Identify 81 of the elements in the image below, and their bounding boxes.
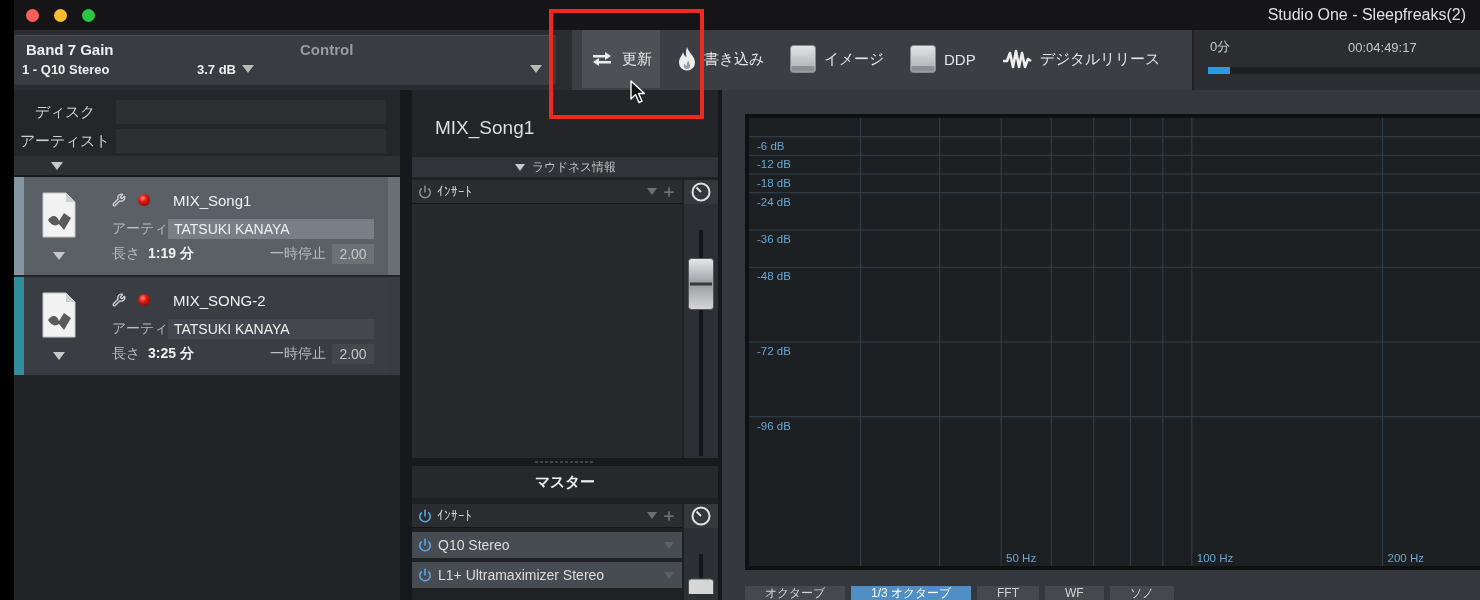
insert-slot[interactable]: L1+ Ultramaximizer Stereo [412,562,682,588]
field-label: ディスク [34,102,96,122]
waveform-icon [1001,49,1032,69]
toolbar-button[interactable]: 書き込み [670,30,772,88]
length-value: 3:25 分 [148,345,194,363]
loudness-header[interactable]: ラウドネス情報 [412,157,718,177]
field-label: アーティスト [19,131,111,151]
analyzer-tab[interactable]: オクターブ [745,586,845,600]
caret-icon[interactable] [53,252,65,260]
close-icon[interactable] [26,8,39,22]
power-icon[interactable] [418,508,432,523]
track-name: MIX_SONG-2 [173,291,266,309]
wrench-icon[interactable] [112,293,126,307]
start-time: 0分 [1210,38,1232,56]
control-label: Control [300,40,354,58]
power-icon[interactable] [418,184,432,199]
field-label: 一時停止 [270,345,326,363]
track-card[interactable]: MIX_SONG-2 アーティ TATSUKI KANAYA 長さ 3:25 分 一時停止 2.00 [14,277,400,375]
device-name: 1 - Q10 Stereo [22,61,111,77]
axis-label: 100 Hz [1196,552,1234,564]
knob-icon[interactable] [691,182,711,202]
mouse-pointer-icon [630,80,646,104]
axis-label: -24 dB [757,195,791,208]
caret-icon[interactable] [242,65,254,73]
artist-field[interactable]: TATSUKI KANAYA [168,319,374,339]
arrows-icon [590,51,614,67]
analyzer-tab[interactable]: 1/3 オクターブ [851,586,971,600]
fader-drawing[interactable] [688,554,714,594]
knob-icon[interactable] [691,506,711,526]
axis-label: -36 dB [757,233,791,245]
field-label: 一時停止 [270,245,326,263]
timecode: 00:04:49:17 [1348,39,1417,55]
plus-icon[interactable] [662,184,676,199]
master-header: マスター [412,466,718,498]
insert-label: ｲﾝｻｰﾄ [437,184,472,199]
analyzer-tab[interactable]: ソノ [1109,586,1174,600]
maximize-icon[interactable] [82,8,95,22]
field-label: アーティ [112,320,168,338]
window-title: Studio One - Sleepfreaks(2) [1267,6,1466,24]
track-name: MIX_Song1 [173,191,252,209]
analyzer-tab[interactable]: FFT [977,586,1039,600]
axis-label: -12 dB [757,158,791,171]
axis-label: -18 dB [757,177,791,189]
pause-field[interactable]: 2.00 [332,344,374,364]
fader-handle[interactable] [688,257,714,310]
track-card[interactable]: MIX_Song1 アーティ TATSUKI KANAYA 長さ 1:19 分 一時停止 2.00 [14,177,400,275]
document-icon [42,192,76,238]
toolbar-button[interactable]: 更新 [582,30,660,88]
axis-label: -6 dB [757,139,785,152]
parameter-name: Band 7 Gain [26,40,115,58]
toolbar-button[interactable]: DDP [902,30,984,88]
minimize-icon[interactable] [54,8,67,22]
toolbar-button[interactable]: イメージ [782,30,892,88]
axis-label: 50 Hz [1006,552,1037,564]
insert-label: ｲﾝｻｰﾄ [437,508,472,523]
axis-label: -96 dB [757,419,791,432]
length-value: 1:19 分 [148,245,194,263]
caret-icon[interactable] [51,161,63,170]
field-label: 長さ [112,345,140,363]
field-label: 長さ [112,245,140,263]
axis-label: -48 dB [757,270,791,283]
caret-icon[interactable] [53,352,65,360]
axis-label: -72 dB [757,345,791,357]
field-label: アーティ [112,220,168,238]
flame-icon [678,47,696,71]
track-title: MIX_Song1 [435,117,535,139]
analyzer-tab[interactable]: WF [1045,586,1104,600]
document-icon [42,292,76,338]
power-icon[interactable] [418,538,432,552]
artist-field[interactable]: TATSUKI KANAYA [168,219,374,239]
caret-icon[interactable] [514,163,525,171]
plus-icon[interactable] [662,508,676,523]
power-icon[interactable] [418,568,432,582]
insert-slot[interactable]: Q10 Stereo [412,532,682,558]
wrench-icon[interactable] [112,193,126,207]
axis-label: 200 Hz [1387,552,1424,564]
toolbar-button[interactable]: デジタルリリース [993,30,1168,88]
parameter-value: 3.7 dB [197,61,236,77]
caret-icon[interactable] [530,65,542,73]
status-dot-icon [138,294,150,306]
status-dot-icon [138,194,150,206]
